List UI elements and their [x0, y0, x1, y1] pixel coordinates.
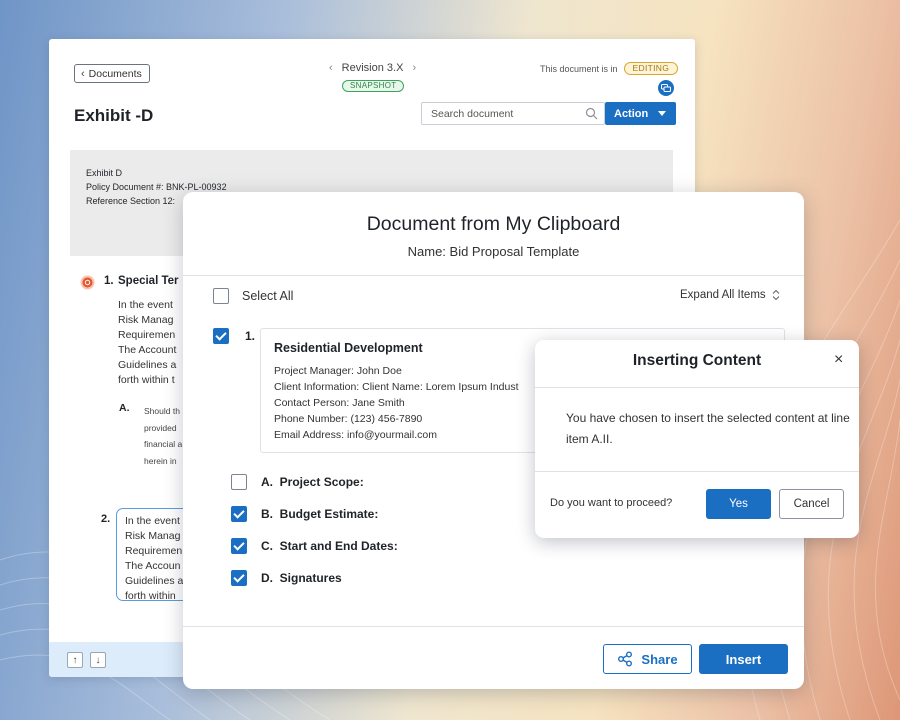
search-input[interactable] — [422, 103, 572, 124]
divider — [535, 387, 859, 388]
select-all-label: Select All — [242, 289, 294, 303]
chevron-left-icon[interactable]: ‹ — [329, 62, 333, 74]
action-button[interactable]: Action — [605, 102, 676, 125]
subsection-a-text: Should th provided financial a herein in — [144, 403, 182, 469]
text-line: forth within t — [118, 374, 175, 386]
close-icon[interactable]: × — [834, 352, 843, 368]
subitem-letter: C. — [261, 539, 273, 553]
subitem-letter: A. — [261, 475, 273, 489]
subitem-text: Start and End Dates: — [279, 539, 398, 553]
section-2-number: 2. — [101, 513, 111, 525]
subitem-label: A. Project Scope: — [261, 475, 364, 489]
divider — [183, 275, 804, 276]
divider — [535, 471, 859, 472]
arrow-down-icon[interactable]: ↓ — [90, 652, 106, 668]
subitem-text: Project Scope: — [279, 475, 364, 489]
divider — [183, 626, 804, 627]
revision-label: Revision 3.X — [341, 62, 404, 74]
subitem-d-checkbox[interactable] — [231, 570, 247, 586]
share-label: Share — [641, 651, 678, 667]
text-line: Should th — [144, 406, 180, 416]
share-icon — [618, 651, 633, 667]
subitem-letter: D. — [261, 571, 273, 585]
section-heading: Special Ter — [118, 275, 179, 287]
snapshot-badge: SNAPSHOT — [342, 80, 405, 92]
arrow-up-icon[interactable]: ↑ — [67, 652, 83, 668]
documents-back-button[interactable]: ‹ Documents — [74, 64, 150, 83]
subsection-a-label: A. — [119, 402, 130, 414]
chat-icon[interactable] — [658, 80, 674, 96]
text-line: financial a — [144, 439, 183, 449]
inserting-content-modal: Inserting Content × You have chosen to i… — [535, 340, 859, 538]
modal-question: Do you want to proceed? — [550, 497, 673, 509]
documents-back-label: Documents — [88, 67, 142, 80]
expand-all-button[interactable]: Expand All Items — [680, 289, 780, 301]
section-number: 1. — [104, 275, 114, 287]
section-1-text: In the event Risk Manag Requiremen The A… — [118, 298, 176, 388]
document-state-label: This document is in — [540, 63, 618, 74]
action-button-label: Action — [614, 107, 649, 120]
editing-badge: EDITING — [623, 62, 679, 75]
subitem-a-checkbox[interactable] — [231, 474, 247, 490]
subitem-label: C. Start and End Dates: — [261, 539, 398, 553]
caret-down-icon — [658, 111, 667, 116]
select-all-checkbox[interactable] — [213, 288, 229, 304]
subitem-label: D. Signatures — [261, 571, 342, 585]
subitem-c-checkbox[interactable] — [231, 538, 247, 554]
text-line: Risk Manag — [118, 314, 174, 326]
subitem-b-checkbox[interactable] — [231, 506, 247, 522]
clipboard-title: Document from My Clipboard — [366, 213, 621, 235]
modal-title: Inserting Content — [632, 352, 762, 369]
modal-body-text: You have chosen to insert the selected c… — [566, 411, 850, 446]
item-number: 1. — [245, 329, 256, 343]
text-line: The Account — [118, 344, 177, 356]
chevron-right-icon[interactable]: › — [412, 62, 416, 74]
insert-button[interactable]: Insert — [699, 644, 788, 674]
clipboard-subtitle: Name: Bid Proposal Template — [407, 244, 580, 259]
share-button[interactable]: Share — [603, 644, 692, 674]
subitem-text: Budget Estimate: — [279, 507, 379, 521]
expand-all-label: Expand All Items — [680, 289, 766, 301]
chevron-left-icon: ‹ — [81, 67, 85, 80]
text-line: Guidelines a — [118, 359, 177, 371]
revision-switcher: ‹ Revision 3.X › — [329, 62, 416, 74]
search-box — [421, 102, 605, 125]
text-line: In the event — [118, 299, 173, 311]
search-icon[interactable] — [585, 107, 598, 125]
sort-icon — [772, 289, 780, 301]
yes-button[interactable]: Yes — [706, 489, 771, 519]
subitem-text: Signatures — [279, 571, 342, 585]
item-1-checkbox[interactable] — [213, 328, 229, 344]
page-title: Exhibit -D — [74, 106, 154, 125]
document-state: This document is in EDITING — [540, 62, 679, 75]
text-line: provided — [144, 422, 177, 433]
alert-icon[interactable] — [80, 275, 95, 295]
meta-line: Exhibit D — [86, 168, 123, 178]
subitem-label: B. Budget Estimate: — [261, 507, 378, 521]
text-line: herein in — [144, 455, 177, 466]
cancel-button[interactable]: Cancel — [779, 489, 844, 519]
text-line: Requiremen — [118, 329, 176, 341]
subitem-letter: B. — [261, 507, 273, 521]
